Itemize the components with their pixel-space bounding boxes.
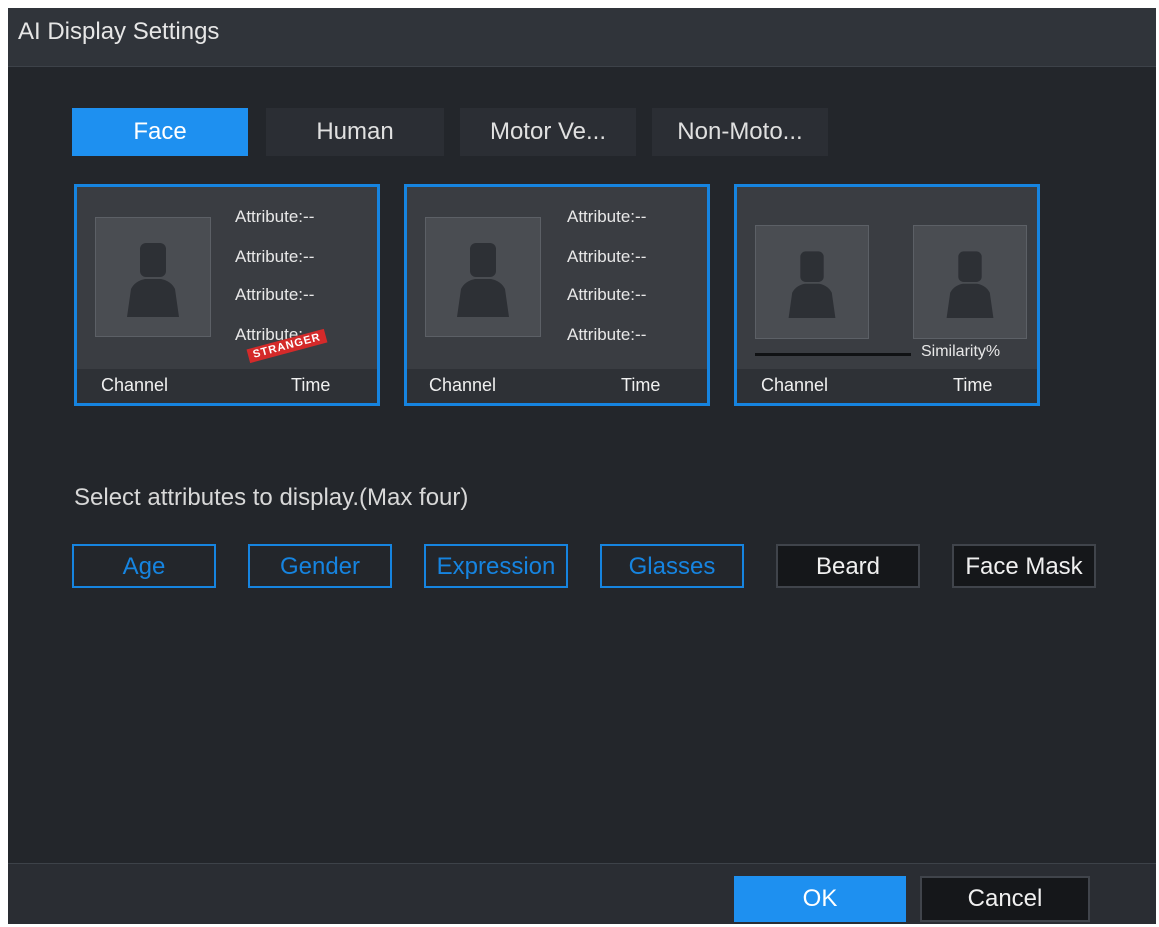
tab-non-motor-vehicle[interactable]: Non-Moto... [652,108,828,156]
channel-label: Channel [761,375,829,395]
person-silhouette-icon [946,251,994,318]
card-footer: Channel Time [737,369,1037,403]
title-bar: AI Display Settings [8,8,1156,67]
time-label: Time [953,375,993,395]
face-card-stranger: Attribute:-- Attribute:-- Attribute:-- A… [74,184,380,406]
person-silhouette-icon [457,243,509,317]
card-footer: Channel Time [407,369,707,403]
tab-motor-vehicle[interactable]: Motor Ve... [460,108,636,156]
dialog-title: AI Display Settings [18,18,220,45]
face-photo [95,217,211,337]
attribute-chip-glasses[interactable]: Glasses [600,544,744,588]
attribute-line: Attribute:-- [567,325,647,344]
person-silhouette-icon [127,243,179,317]
ok-button[interactable]: OK [734,876,906,922]
dialog-footer: OK Cancel [8,863,1156,924]
card-footer: Channel Time [77,369,377,403]
ai-display-settings-dialog: AI Display Settings Face Human Motor Ve.… [8,8,1156,924]
cancel-button[interactable]: Cancel [920,876,1090,922]
time-label: Time [291,375,331,395]
similarity-bar [755,353,911,356]
tab-human[interactable]: Human [266,108,444,156]
attribute-line: Attribute:-- [235,207,315,226]
tab-face[interactable]: Face [72,108,248,156]
face-comparison-card: Similarity% Channel Time [734,184,1040,406]
attribute-line: Attribute:-- [567,285,647,304]
attribute-line: Attribute:-- [235,285,315,304]
attribute-line: Attribute:-- [235,247,315,266]
captured-face-photo [755,225,869,339]
face-photo [425,217,541,337]
time-label: Time [621,375,661,395]
attribute-chip-face-mask[interactable]: Face Mask [952,544,1096,588]
attribute-chip-age[interactable]: Age [72,544,216,588]
person-silhouette-icon [788,251,836,318]
attribute-chip-expression[interactable]: Expression [424,544,568,588]
library-face-photo [913,225,1027,339]
face-card: Attribute:-- Attribute:-- Attribute:-- A… [404,184,710,406]
similarity-label: Similarity% [921,343,1001,360]
attribute-line: Attribute:-- [567,247,647,266]
attribute-chip-beard[interactable]: Beard [776,544,920,588]
channel-label: Channel [429,375,497,395]
channel-label: Channel [101,375,169,395]
attribute-select-prompt: Select attributes to display.(Max four) [74,484,469,511]
attribute-line: Attribute:-- [567,207,647,226]
attribute-chip-gender[interactable]: Gender [248,544,392,588]
